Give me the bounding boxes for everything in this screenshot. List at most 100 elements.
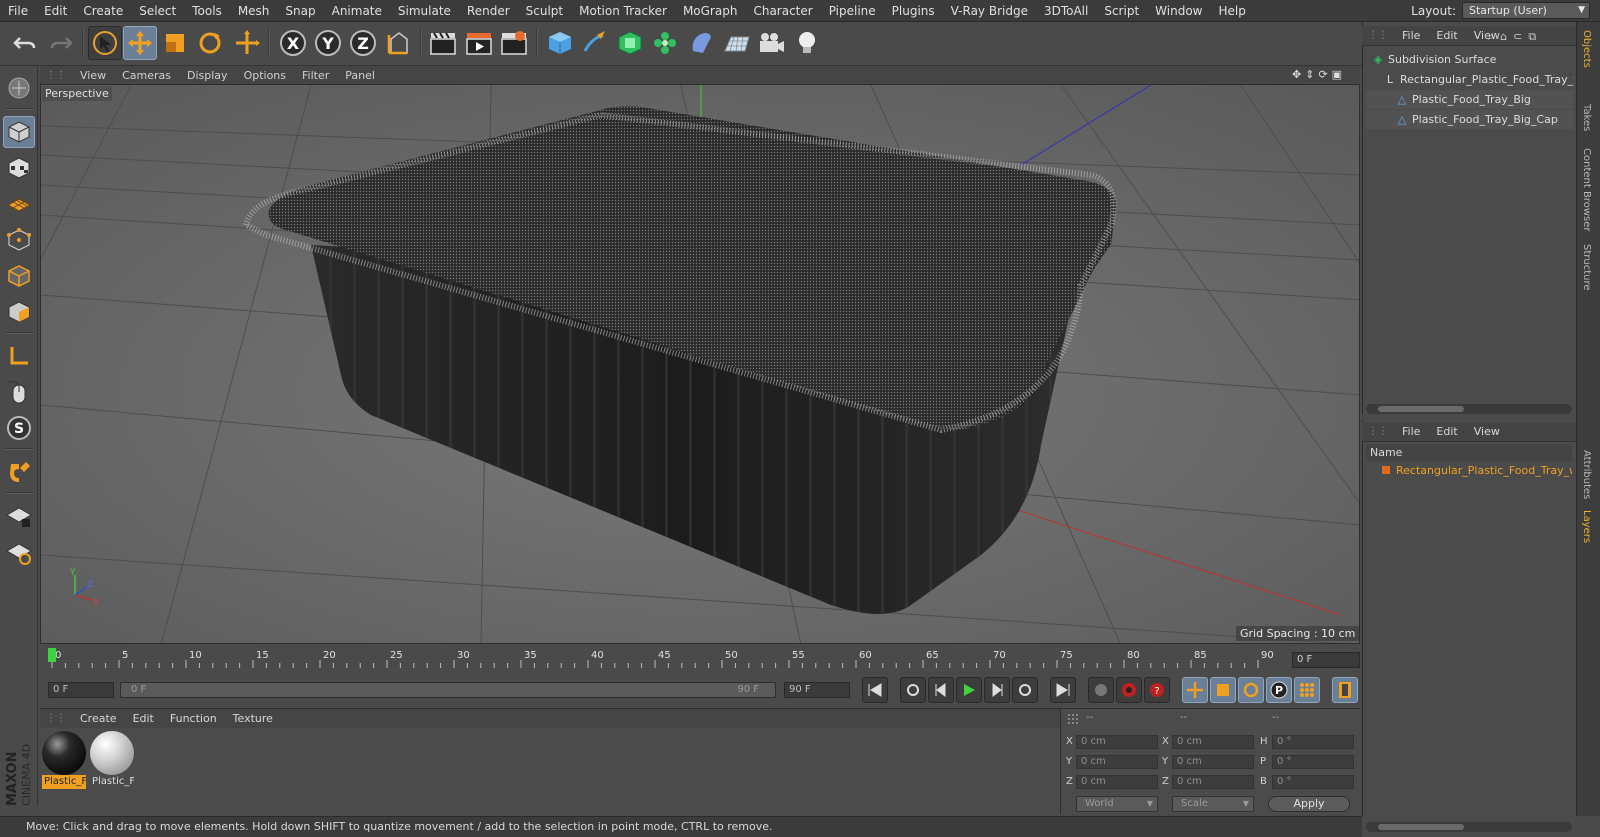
tab-layers[interactable]: Layers — [1581, 510, 1592, 543]
menu-item-sculpt[interactable]: Sculpt — [518, 0, 571, 22]
y-axis-lock-button[interactable]: Y — [311, 26, 345, 60]
menu-item-character[interactable]: Character — [745, 0, 820, 22]
objects-menu-edit[interactable]: Edit — [1428, 29, 1465, 42]
camera-button[interactable] — [754, 26, 788, 60]
viewport-menu-display[interactable]: Display — [179, 69, 236, 82]
menu-item-edit[interactable]: Edit — [36, 0, 75, 22]
texture-mode-button[interactable] — [3, 152, 35, 184]
object-row[interactable]: △ Plastic_Food_Tray_Big_Cap — [1366, 110, 1574, 129]
object-row[interactable]: L Rectangular_Plastic_Food_Tray_v — [1366, 70, 1574, 89]
link-icon[interactable]: ⊂ — [1513, 30, 1522, 44]
material-menu-edit[interactable]: Edit — [125, 712, 162, 725]
viewport-menu-filter[interactable]: Filter — [294, 69, 337, 82]
viewport-menu-view[interactable]: View — [72, 69, 114, 82]
go-to-start-button[interactable] — [862, 677, 888, 703]
render-settings-button[interactable] — [497, 26, 531, 60]
layout-select[interactable]: Startup (User) ▼ — [1462, 2, 1590, 19]
next-key-button[interactable] — [1012, 677, 1038, 703]
material-swatch[interactable]: Plastic_F — [90, 731, 134, 789]
axis-mode-button[interactable] — [3, 340, 35, 372]
viewport-menu-panel[interactable]: Panel — [337, 69, 383, 82]
layer-column-header[interactable]: Name — [1366, 444, 1572, 462]
pen-spline-button[interactable] — [578, 26, 612, 60]
cube-object-button[interactable] — [543, 26, 577, 60]
playhead[interactable] — [48, 648, 56, 662]
previous-key-button[interactable] — [900, 677, 926, 703]
size-z-field[interactable]: 0 cm — [1172, 775, 1254, 789]
menu-item-animate[interactable]: Animate — [324, 0, 390, 22]
record-keys-button[interactable] — [1088, 677, 1114, 703]
new-window-icon[interactable]: ⧉ — [1528, 30, 1536, 44]
material-menu-function[interactable]: Function — [162, 712, 225, 725]
menu-item-snap[interactable]: Snap — [277, 0, 323, 22]
planar-workplane-button[interactable] — [3, 536, 35, 568]
timeline-window-button[interactable] — [1332, 677, 1358, 703]
max-frame-field[interactable]: 90 F — [784, 682, 850, 698]
menu-item-window[interactable]: Window — [1147, 0, 1210, 22]
points-mode-button[interactable] — [3, 224, 35, 256]
material-swatch[interactable]: Plastic_F — [42, 731, 86, 789]
position-y-field[interactable]: 0 cm — [1076, 755, 1158, 769]
tab-attributes[interactable]: Attributes — [1581, 450, 1592, 499]
menu-item-tools[interactable]: Tools — [184, 0, 230, 22]
coordinate-type-select[interactable]: Scale ▼ — [1172, 796, 1254, 812]
viewport-menu-options[interactable]: Options — [236, 69, 294, 82]
menu-item-v-ray-bridge[interactable]: V-Ray Bridge — [943, 0, 1036, 22]
timeline-ruler[interactable]: 0 5 10 15 20 25 30 35 40 45 50 55 60 65 70 75 80 85 90 — [48, 648, 1286, 670]
maximize-icon[interactable]: ▣ — [1332, 68, 1342, 81]
rotation-p-field[interactable]: 0 ° — [1272, 755, 1354, 769]
apply-button[interactable]: Apply — [1268, 796, 1350, 812]
autokey-button[interactable]: ? — [1144, 677, 1170, 703]
edges-mode-button[interactable] — [3, 260, 35, 292]
menu-item-plugins[interactable]: Plugins — [884, 0, 943, 22]
pan-icon[interactable]: ✥ — [1292, 68, 1301, 81]
object-manager-scrollbar[interactable] — [1366, 404, 1572, 414]
tab-content-browser[interactable]: Content Browser — [1581, 148, 1592, 231]
home-icon[interactable]: ⌂ — [1500, 30, 1507, 44]
layers-menu-file[interactable]: File — [1394, 425, 1428, 438]
render-view-button[interactable] — [426, 26, 460, 60]
menu-item-3dtoall[interactable]: 3DToAll — [1036, 0, 1096, 22]
orbit-icon[interactable]: ⟳ — [1318, 68, 1327, 81]
menu-item-select[interactable]: Select — [131, 0, 184, 22]
z-axis-lock-button[interactable]: Z — [346, 26, 380, 60]
layer-manager-scrollbar[interactable] — [1366, 822, 1572, 832]
menu-item-mesh[interactable]: Mesh — [230, 0, 278, 22]
snap-button[interactable] — [3, 456, 35, 488]
range-slider[interactable]: 0 F 90 F — [120, 682, 776, 698]
render-picture-viewer-button[interactable] — [462, 26, 496, 60]
undo-button[interactable] — [8, 26, 42, 60]
solo-button[interactable]: S — [3, 412, 35, 444]
record-active-button[interactable] — [1116, 677, 1142, 703]
go-to-end-button[interactable] — [1050, 677, 1076, 703]
key-rotation-button[interactable] — [1238, 677, 1264, 703]
menu-item-motion-tracker[interactable]: Motion Tracker — [571, 0, 675, 22]
coordinate-mode-select[interactable]: World ▼ — [1076, 796, 1158, 812]
object-row[interactable]: △ Plastic_Food_Tray_Big — [1366, 90, 1574, 109]
menu-item-help[interactable]: Help — [1210, 0, 1253, 22]
tab-objects[interactable]: Objects — [1581, 30, 1592, 68]
menu-item-create[interactable]: Create — [75, 0, 131, 22]
tab-takes[interactable]: Takes — [1581, 104, 1592, 131]
cloner-button[interactable] — [648, 26, 682, 60]
scale-tool-button[interactable] — [158, 26, 192, 60]
workplane-mode-button[interactable] — [3, 187, 35, 219]
viewport-3d[interactable]: Y X Z — [40, 84, 1360, 644]
size-x-field[interactable]: 0 cm — [1172, 735, 1254, 749]
material-menu-texture[interactable]: Texture — [225, 712, 281, 725]
layers-menu-view[interactable]: View — [1466, 425, 1508, 438]
tab-structure[interactable]: Structure — [1581, 244, 1592, 291]
redo-button[interactable] — [44, 26, 78, 60]
key-parameter-button[interactable]: P — [1266, 677, 1292, 703]
rotation-h-field[interactable]: 0 ° — [1272, 735, 1354, 749]
current-frame-field[interactable]: 0 F — [1292, 652, 1360, 668]
menu-item-pipeline[interactable]: Pipeline — [821, 0, 884, 22]
floor-button[interactable] — [719, 26, 753, 60]
material-menu-create[interactable]: Create — [72, 712, 125, 725]
position-x-field[interactable]: 0 cm — [1076, 735, 1158, 749]
play-button[interactable] — [956, 677, 982, 703]
key-position-button[interactable] — [1182, 677, 1208, 703]
tweak-mode-button[interactable] — [3, 376, 35, 408]
size-y-field[interactable]: 0 cm — [1172, 755, 1254, 769]
layer-row[interactable]: Rectangular_Plastic_Food_Tray_wi — [1366, 462, 1572, 480]
